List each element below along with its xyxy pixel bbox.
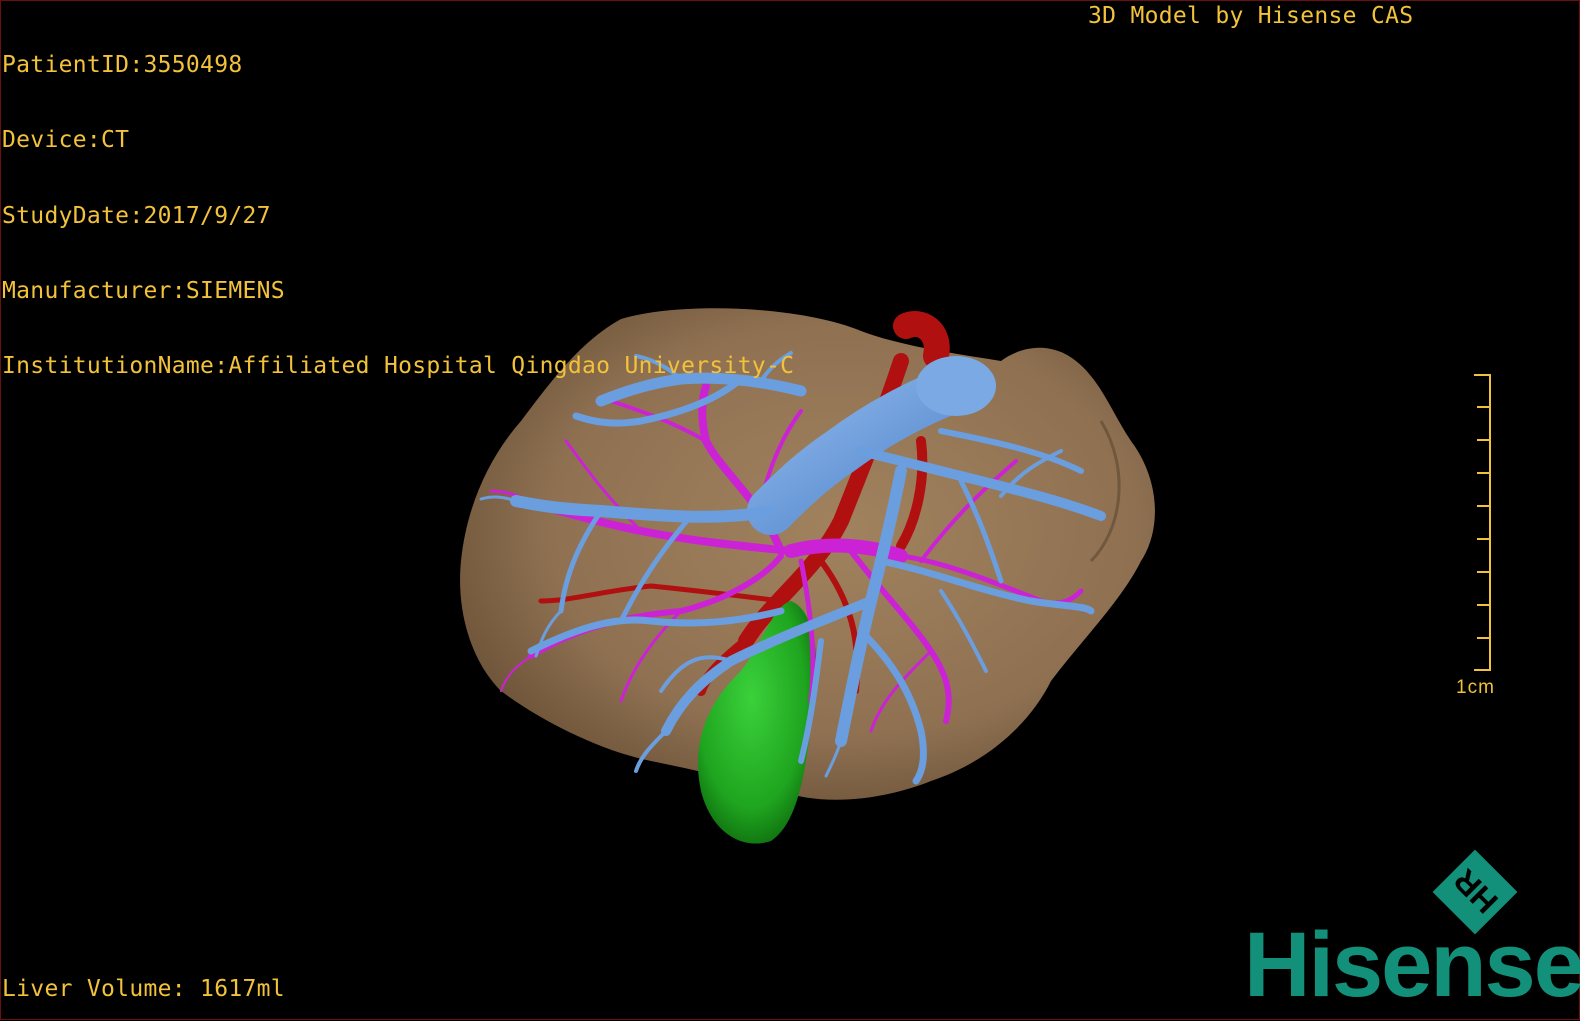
dicom-metadata-overlay: PatientID:3550498 Device:CT StudyDate:20… <box>2 3 794 429</box>
liver-volume-text: Liver Volume: 1617ml <box>2 976 285 1002</box>
scale-bar-icon <box>1474 374 1491 671</box>
hisense-logo: Hisense <box>1244 914 1580 1016</box>
manufacturer-text: Manufacturer:SIEMENS <box>2 277 285 304</box>
study-date-text: StudyDate:2017/9/27 <box>2 202 271 229</box>
institution-text: InstitutionName:Affiliated Hospital Qing… <box>2 353 795 380</box>
inferior-vena-cava <box>916 356 996 416</box>
scale-label: 1cm <box>1456 677 1495 698</box>
device-text: Device:CT <box>2 127 130 154</box>
model-credit-text: 3D Model by Hisense CAS <box>1088 3 1414 29</box>
3d-viewport[interactable]: PatientID:3550498 Device:CT StudyDate:20… <box>0 0 1580 1020</box>
patient-id-text: PatientID:3550498 <box>2 52 243 78</box>
